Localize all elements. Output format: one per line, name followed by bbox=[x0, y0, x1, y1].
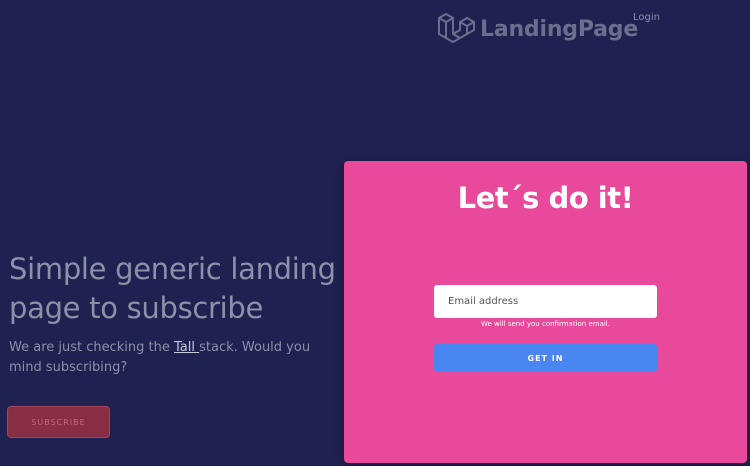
email-input[interactable] bbox=[434, 285, 657, 318]
hero-title: Simple generic landing page to subscribe bbox=[9, 252, 336, 325]
get-in-button[interactable]: GET IN bbox=[434, 344, 657, 372]
modal-title: Let´s do it! bbox=[457, 181, 634, 215]
hero-subtitle: We are just checking the Tall stack. Wou… bbox=[9, 338, 344, 378]
subscribe-button[interactable]: SUBSCRIBE bbox=[7, 406, 110, 438]
confirmation-hint: We will send you confirmation email. bbox=[481, 320, 610, 328]
laravel-logo-icon bbox=[438, 13, 475, 43]
hero-subtitle-start: We are just checking the bbox=[9, 340, 174, 355]
subscribe-modal: Let´s do it! We will send you confirmati… bbox=[344, 161, 747, 463]
login-link[interactable]: Login bbox=[633, 12, 660, 23]
tall-link[interactable]: Tall bbox=[174, 340, 199, 355]
brand[interactable]: LandingPage bbox=[436, 10, 638, 50]
brand-name: LandingPage bbox=[480, 17, 639, 42]
hero-section: Simple generic landing page to subscribe… bbox=[9, 250, 369, 378]
